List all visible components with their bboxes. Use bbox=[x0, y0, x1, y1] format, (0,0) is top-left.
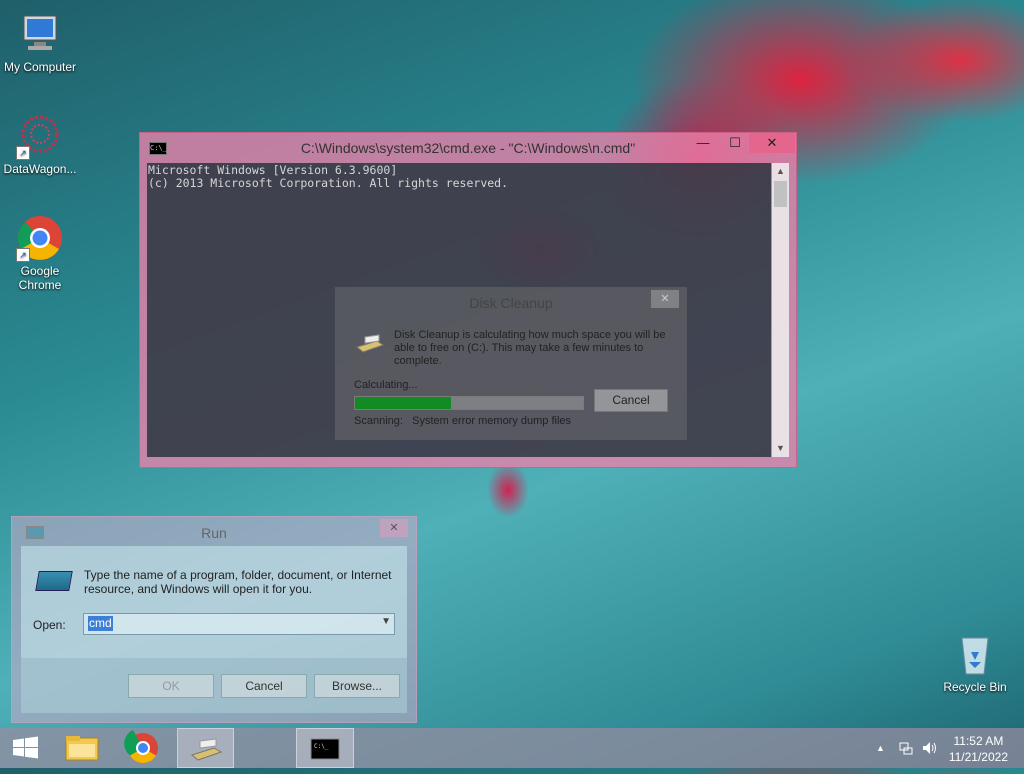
vertical-scrollbar[interactable]: ▲ ▼ bbox=[772, 163, 789, 457]
browse-button[interactable]: Browse... bbox=[314, 674, 400, 698]
recycle-bin-icon bbox=[951, 630, 999, 678]
disk-cleanup-icon bbox=[355, 333, 385, 355]
close-button[interactable]: ✕ bbox=[651, 290, 679, 308]
chrome-icon bbox=[124, 730, 158, 764]
run-title: Run bbox=[201, 525, 227, 541]
open-label: Open: bbox=[33, 618, 66, 632]
svg-text:C:\_: C:\_ bbox=[314, 743, 329, 750]
run-footer: OK Cancel Browse... bbox=[21, 658, 407, 713]
desktop-icon-label: Google Chrome bbox=[18, 264, 62, 292]
scanning-item: System error memory dump files bbox=[412, 415, 572, 427]
network-icon[interactable] bbox=[898, 740, 914, 759]
show-hidden-icons[interactable]: ▲ bbox=[876, 743, 885, 753]
start-icon bbox=[13, 736, 38, 759]
volume-icon[interactable] bbox=[921, 740, 939, 759]
run-dialog[interactable]: Run ✕ Type the name of a program, folder… bbox=[11, 516, 417, 723]
scanning-label: Scanning: bbox=[354, 415, 403, 427]
minimize-button[interactable]: — bbox=[689, 133, 717, 153]
progress-bar bbox=[354, 396, 584, 410]
disk-cleanup-icon bbox=[190, 738, 223, 761]
taskbar: C:\_ ▲ 11:52 AM 11/21/2022 bbox=[0, 728, 1024, 768]
start-button[interactable] bbox=[0, 728, 54, 768]
scanning-status: Scanning: System error memory dump files bbox=[354, 415, 571, 427]
clock[interactable]: 11:52 AM 11/21/2022 bbox=[949, 733, 1008, 765]
scroll-down-icon[interactable]: ▼ bbox=[772, 440, 789, 457]
desktop-icon-label: DataWagon... bbox=[3, 162, 77, 176]
console-line: (c) 2013 Microsoft Corporation. All righ… bbox=[148, 176, 509, 190]
desktop-icon-google-chrome[interactable]: ↗ Google Chrome bbox=[0, 214, 80, 292]
desktop-icon-my-computer[interactable]: My Computer bbox=[0, 10, 80, 74]
open-input-value[interactable]: cmd bbox=[88, 616, 113, 631]
scroll-up-icon[interactable]: ▲ bbox=[772, 163, 789, 180]
open-input[interactable]: cmd ▼ bbox=[83, 613, 395, 635]
taskbar-disk-cleanup[interactable] bbox=[177, 728, 234, 768]
shortcut-arrow-icon: ↗ bbox=[16, 248, 30, 262]
cmd-icon: C:\_ bbox=[310, 738, 340, 760]
progress-fill bbox=[355, 397, 451, 409]
chrome-icon: ↗ bbox=[16, 214, 64, 262]
shortcut-arrow-icon: ↗ bbox=[16, 146, 30, 160]
close-button[interactable]: ✕ bbox=[749, 133, 795, 153]
taskbar-file-explorer[interactable] bbox=[55, 728, 109, 768]
run-body: Type the name of a program, folder, docu… bbox=[21, 546, 407, 658]
scroll-thumb[interactable] bbox=[774, 181, 787, 207]
taskbar-chrome[interactable] bbox=[116, 728, 170, 768]
status-text: Calculating... bbox=[354, 379, 418, 391]
disk-cleanup-title: Disk Cleanup bbox=[469, 295, 553, 311]
desktop-icon-recycle-bin[interactable]: Recycle Bin bbox=[935, 630, 1015, 694]
taskbar-cmd[interactable]: C:\_ bbox=[296, 728, 354, 768]
ok-button[interactable]: OK bbox=[128, 674, 214, 698]
close-button[interactable]: ✕ bbox=[380, 519, 408, 537]
datawagon-icon: ↗ bbox=[16, 112, 64, 160]
cancel-button[interactable]: Cancel bbox=[221, 674, 307, 698]
cmd-titlebar[interactable]: C:\_ C:\Windows\system32\cmd.exe - "C:\W… bbox=[140, 133, 796, 163]
disk-cleanup-dialog[interactable]: Disk Cleanup ✕ Disk Cleanup is calculati… bbox=[335, 287, 687, 440]
run-description: Type the name of a program, folder, docu… bbox=[84, 568, 392, 596]
maximize-button[interactable]: ☐ bbox=[721, 133, 749, 153]
run-program-icon bbox=[35, 571, 73, 591]
file-explorer-icon bbox=[65, 736, 99, 761]
clock-time: 11:52 AM bbox=[953, 734, 1004, 748]
disk-cleanup-message: Disk Cleanup is calculating how much spa… bbox=[394, 329, 666, 367]
desktop-icon-datawagon[interactable]: ↗ DataWagon... bbox=[0, 112, 80, 176]
computer-icon bbox=[16, 10, 64, 58]
cancel-button[interactable]: Cancel bbox=[594, 389, 668, 412]
clock-date: 11/21/2022 bbox=[948, 750, 1008, 764]
desktop-icon-label: Recycle Bin bbox=[943, 680, 1007, 694]
desktop-icon-label: My Computer bbox=[3, 60, 77, 74]
chevron-down-icon[interactable]: ▼ bbox=[381, 616, 391, 627]
